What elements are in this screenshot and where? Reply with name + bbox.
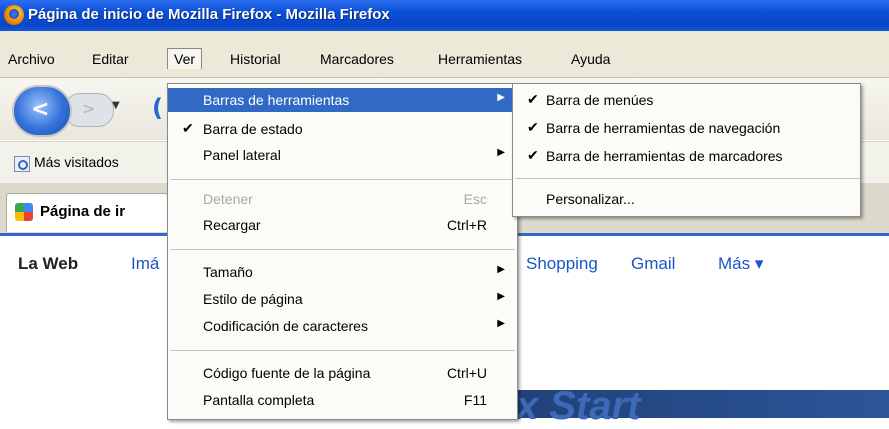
window-title: Página de inicio de Mozilla Firefox - Mo…	[28, 6, 390, 23]
menu-separator	[515, 178, 860, 179]
ver-menu: Barras de herramientas ▶ ✔ Barra de esta…	[167, 83, 518, 420]
menu-marcadores[interactable]: Marcadores	[320, 51, 394, 67]
menu-item-label: Código fuente de la página	[203, 365, 371, 381]
menu-item-label: Pantalla completa	[203, 392, 315, 408]
menu-item-tamano[interactable]: Tamaño ▶	[168, 260, 517, 284]
check-icon: ✔	[527, 147, 539, 163]
tab-label: Página de ir	[40, 203, 126, 220]
submenu-arrow-icon: ▶	[497, 264, 505, 275]
menu-item-label: Barra de menúes	[546, 92, 654, 108]
menu-item-estilo-de-pagina[interactable]: Estilo de página ▶	[168, 287, 517, 311]
submenu-item-barra-de-menues[interactable]: ✔ Barra de menúes	[513, 88, 860, 112]
google-nav-images[interactable]: Imá	[131, 254, 159, 274]
menu-item-label: Tamaño	[203, 264, 253, 280]
menu-separator	[170, 179, 515, 180]
menu-ayuda[interactable]: Ayuda	[571, 51, 610, 67]
bookmark-icon	[14, 156, 30, 172]
submenu-arrow-icon: ▶	[497, 92, 505, 103]
menu-item-barras-de-herramientas[interactable]: Barras de herramientas ▶	[168, 88, 517, 112]
submenu-item-personalizar[interactable]: Personalizar...	[513, 187, 860, 211]
submenu-arrow-icon: ▶	[497, 291, 505, 302]
menu-editar[interactable]: Editar	[92, 51, 129, 67]
forward-arrow-icon: >	[82, 99, 96, 118]
menu-item-shortcut: Ctrl+U	[446, 365, 487, 381]
google-nav-web[interactable]: La Web	[18, 254, 78, 274]
title-bar: Página de inicio de Mozilla Firefox - Mo…	[0, 0, 889, 31]
menu-item-label: Recargar	[203, 217, 261, 233]
check-icon: ✔	[527, 91, 539, 107]
google-favicon-icon	[15, 203, 33, 221]
menu-item-label: Estilo de página	[203, 291, 303, 307]
menu-item-shortcut: F11	[463, 392, 487, 408]
menu-item-shortcut: Esc	[463, 191, 487, 207]
check-icon: ✔	[527, 119, 539, 135]
menu-item-codificacion[interactable]: Codificación de caracteres ▶	[168, 314, 517, 338]
menu-historial[interactable]: Historial	[230, 51, 281, 67]
menu-item-label: Panel lateral	[203, 147, 281, 163]
history-dropdown-icon[interactable]: ▼	[112, 100, 130, 120]
menu-item-label: Barra de herramientas de marcadores	[546, 148, 783, 164]
menu-item-recargar[interactable]: Recargar Ctrl+R	[168, 213, 517, 237]
google-nav-shopping[interactable]: Shopping	[526, 254, 598, 274]
menu-bar: Archivo Editar Ver Historial Marcadores …	[0, 31, 889, 78]
menu-item-pantalla-completa[interactable]: Pantalla completa F11	[168, 388, 517, 412]
menu-archivo[interactable]: Archivo	[8, 51, 55, 67]
menu-item-label: Barras de herramientas	[203, 92, 350, 108]
menu-herramientas[interactable]: Herramientas	[438, 51, 522, 67]
menu-item-label: Barra de herramientas de navegación	[546, 120, 781, 136]
back-arrow-icon: <	[31, 97, 50, 122]
menu-separator	[170, 350, 515, 351]
submenu-arrow-icon: ▶	[497, 147, 505, 158]
menu-item-label: Codificación de caracteres	[203, 318, 368, 334]
start-banner-text: x Start	[516, 384, 641, 428]
back-button[interactable]: <	[12, 85, 72, 137]
firefox-logo-icon	[4, 5, 24, 25]
check-icon: ✔	[182, 120, 194, 136]
google-nav-more[interactable]: Más ▾	[718, 254, 763, 274]
menu-item-barra-de-estado[interactable]: ✔ Barra de estado	[168, 117, 517, 141]
submenu-arrow-icon: ▶	[497, 318, 505, 329]
submenu-item-barra-navegacion[interactable]: ✔ Barra de herramientas de navegación	[513, 116, 860, 140]
menu-item-panel-lateral[interactable]: Panel lateral ▶	[168, 143, 517, 167]
reload-icon[interactable]: (	[152, 94, 163, 122]
menu-item-shortcut: Ctrl+R	[446, 217, 487, 233]
menu-separator	[170, 249, 515, 250]
menu-ver[interactable]: Ver	[167, 48, 203, 69]
menu-item-detener: Detener Esc	[168, 187, 517, 211]
submenu-item-barra-marcadores[interactable]: ✔ Barra de herramientas de marcadores	[513, 144, 860, 168]
google-nav-gmail[interactable]: Gmail	[631, 254, 675, 274]
menu-item-codigo-fuente[interactable]: Código fuente de la página Ctrl+U	[168, 361, 517, 385]
menu-item-label: Detener	[203, 191, 253, 207]
menu-item-label: Barra de estado	[203, 121, 303, 137]
bookmark-mas-visitados[interactable]: Más visitados	[34, 154, 119, 170]
toolbars-submenu: ✔ Barra de menúes ✔ Barra de herramienta…	[512, 83, 861, 217]
menu-item-label: Personalizar...	[546, 191, 635, 207]
